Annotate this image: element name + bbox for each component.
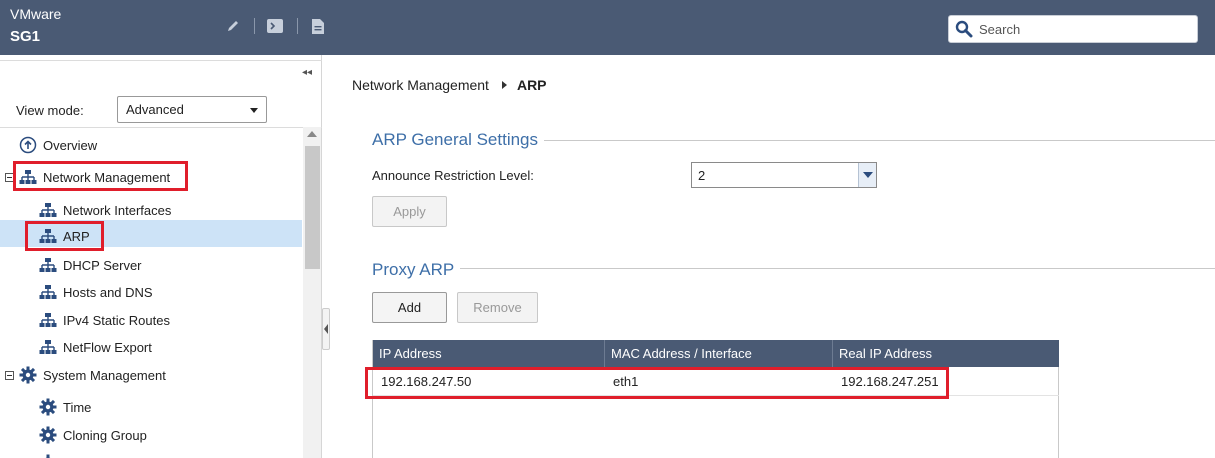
gear-icon (39, 398, 57, 416)
tree-item-network-interfaces[interactable]: Network Interfaces (39, 198, 171, 222)
search-icon (955, 20, 973, 41)
host-name: SG1 (10, 28, 41, 45)
apply-button[interactable]: Apply (372, 196, 447, 227)
toolbar-separator (297, 18, 298, 34)
tree-item-system-management[interactable]: System Management (19, 363, 166, 387)
tree-item-netflow-export[interactable]: NetFlow Export (39, 335, 152, 359)
scroll-up-arrow-icon[interactable] (307, 131, 317, 137)
gear-icon (19, 366, 37, 384)
tree-item-label: DHCP Server (63, 257, 142, 273)
tree-item-overview[interactable]: Overview (19, 133, 97, 157)
tree-item-cloning-group[interactable]: Cloning Group (39, 423, 147, 447)
network-icon (39, 256, 57, 274)
chevron-down-icon (250, 108, 258, 113)
tree-item-dhcp-server[interactable]: DHCP Server (39, 253, 142, 277)
network-icon (39, 338, 57, 356)
terminal-icon[interactable] (266, 17, 284, 35)
breadcrumb: Network Management ARP (352, 77, 547, 93)
column-header-real-ip[interactable]: Real IP Address (833, 340, 1059, 367)
tree-item-label: NetFlow Export (63, 339, 152, 355)
gear-icon (39, 454, 57, 458)
view-mode-select[interactable]: Advanced (117, 96, 267, 123)
announce-restriction-label: Announce Restriction Level: (372, 168, 534, 183)
brand-label: VMware (10, 6, 62, 22)
section-title-proxy-arp: Proxy ARP (372, 260, 455, 279)
announce-restriction-value: 2 (698, 168, 706, 183)
divider (0, 60, 322, 61)
tree-item-partial[interactable] (39, 451, 63, 458)
tree-item-ipv4-static-routes[interactable]: IPv4 Static Routes (39, 308, 170, 332)
tree-item-label: Time (63, 399, 92, 415)
section-title-arp-general: ARP General Settings (372, 130, 538, 149)
proxy-arp-table: IP Address MAC Address / Interface Real … (372, 340, 1059, 458)
tree-item-label: Overview (43, 137, 98, 153)
breadcrumb-parent[interactable]: Network Management (352, 77, 489, 93)
add-button[interactable]: Add (372, 292, 447, 323)
breadcrumb-current: ARP (516, 77, 547, 93)
network-icon (39, 201, 57, 219)
chevron-right-icon (501, 81, 507, 89)
search-input[interactable] (979, 19, 1189, 39)
tree-item-label: Network Interfaces (63, 202, 172, 218)
overview-icon (19, 136, 37, 154)
network-icon (39, 283, 57, 301)
tree-scrollbar-thumb[interactable] (305, 146, 320, 269)
section-divider (460, 268, 1215, 269)
panel-splitter-handle[interactable] (322, 308, 330, 350)
highlight-box (13, 161, 188, 191)
remove-button[interactable]: Remove (457, 292, 538, 323)
search-box[interactable] (948, 15, 1198, 43)
collapse-toggle[interactable] (5, 371, 14, 380)
document-icon[interactable] (309, 17, 327, 35)
toolbar-separator (254, 18, 255, 34)
column-header-ip-address[interactable]: IP Address (373, 340, 605, 367)
collapse-panel-button[interactable]: ◂◂ (302, 67, 312, 78)
section-divider (544, 140, 1215, 141)
tree-item-time[interactable]: Time (39, 395, 91, 419)
gear-icon (39, 426, 57, 444)
view-mode-label: View mode: (16, 103, 84, 118)
tree-item-label: Cloning Group (63, 427, 147, 443)
column-header-mac-address[interactable]: MAC Address / Interface (605, 340, 833, 367)
network-icon (39, 311, 57, 329)
top-header: VMware SG1 (0, 0, 1215, 55)
highlight-box (365, 367, 949, 399)
table-header: IP Address MAC Address / Interface Real … (373, 340, 1059, 367)
pencil-icon[interactable] (224, 17, 242, 35)
view-mode-value: Advanced (126, 102, 184, 117)
tree-item-label: System Management (43, 367, 166, 383)
tree-item-label: Hosts and DNS (63, 284, 153, 300)
highlight-box (25, 221, 104, 251)
divider (0, 127, 322, 128)
chevron-down-icon[interactable] (858, 163, 876, 187)
announce-restriction-select[interactable]: 2 (691, 162, 877, 188)
tree-item-hosts-and-dns[interactable]: Hosts and DNS (39, 280, 153, 304)
tree-item-label: IPv4 Static Routes (63, 312, 170, 328)
